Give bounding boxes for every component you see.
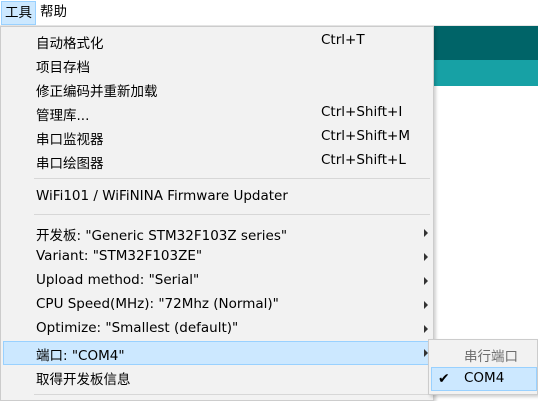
submenu-arrow-icon — [424, 277, 428, 285]
menu-item-cpu-speed[interactable]: CPU Speed(MHz): "72Mhz (Normal)" — [3, 293, 432, 317]
submenu-header-label: 串行端口 — [464, 349, 518, 365]
submenu-arrow-icon — [424, 325, 428, 333]
menu-item-label: 端口: "COM4" — [36, 348, 125, 364]
menu-item-label: 自动格式化 — [36, 36, 104, 52]
menu-item-label: 串口监视器 — [36, 132, 104, 148]
menu-item-label: 修正编码并重新加载 — [36, 84, 158, 100]
submenu-arrow-icon — [424, 253, 428, 261]
menu-item-label: 取得开发板信息 — [36, 372, 131, 388]
menu-item-auto-format[interactable]: 自动格式化 Ctrl+T — [3, 29, 432, 53]
tools-dropdown-menu: 自动格式化 Ctrl+T 项目存档 修正编码并重新加载 管理库... Ctrl+… — [0, 26, 434, 401]
menu-tools[interactable]: 工具 — [1, 0, 36, 25]
menu-item-label: 串口绘图器 — [36, 156, 104, 172]
menu-item-upload-method[interactable]: Upload method: "Serial" — [3, 269, 432, 293]
editor-tab-bar-background — [434, 60, 538, 86]
menu-separator — [34, 178, 430, 179]
port-option-label: COM4 — [464, 370, 505, 386]
menu-item-port[interactable]: 端口: "COM4" — [3, 341, 432, 365]
menu-item-shortcut: Ctrl+Shift+I — [321, 104, 403, 120]
editor-toolbar-background — [434, 26, 538, 60]
submenu-arrow-icon — [424, 229, 428, 237]
menu-item-serial-monitor[interactable]: 串口监视器 Ctrl+Shift+M — [3, 125, 432, 149]
menu-item-label: Optimize: "Smallest (default)" — [36, 320, 239, 336]
menu-item-fix-encoding-reload[interactable]: 修正编码并重新加载 — [3, 77, 432, 101]
menu-item-label: WiFi101 / WiFiNINA Firmware Updater — [36, 188, 288, 204]
menu-item-label: Upload method: "Serial" — [36, 272, 200, 288]
menu-item-shortcut: Ctrl+T — [321, 32, 365, 48]
menu-item-manage-libraries[interactable]: 管理库... Ctrl+Shift+I — [3, 101, 432, 125]
menu-item-label: Variant: "STM32F103ZE" — [36, 248, 203, 264]
menu-item-label: CPU Speed(MHz): "72Mhz (Normal)" — [36, 296, 279, 312]
menu-item-optimize[interactable]: Optimize: "Smallest (default)" — [3, 317, 432, 341]
menu-item-firmware-updater[interactable]: WiFi101 / WiFiNINA Firmware Updater — [3, 185, 432, 209]
submenu-header-serial-ports: 串行端口 — [431, 342, 537, 366]
menu-item-shortcut: Ctrl+Shift+L — [321, 152, 406, 168]
submenu-arrow-icon — [424, 301, 428, 309]
menu-separator — [34, 214, 430, 215]
menu-bar: 工具 帮助 — [0, 0, 538, 26]
port-submenu: 串行端口 ✔ COM4 — [428, 339, 538, 395]
menu-item-board[interactable]: 开发板: "Generic STM32F103Z series" — [3, 221, 432, 245]
checkmark-icon: ✔ — [438, 371, 450, 387]
menu-item-label: 开发板: "Generic STM32F103Z series" — [36, 228, 288, 244]
ide-window: 工具 帮助 自动格式化 Ctrl+T 项目存档 修正编码并重新加载 管理库...… — [0, 0, 538, 401]
menu-item-label: 管理库... — [36, 108, 90, 124]
menu-item-variant[interactable]: Variant: "STM32F103ZE" — [3, 245, 432, 269]
menu-item-shortcut: Ctrl+Shift+M — [321, 128, 410, 144]
menu-help[interactable]: 帮助 — [37, 1, 70, 25]
menu-item-serial-plotter[interactable]: 串口绘图器 Ctrl+Shift+L — [3, 149, 432, 173]
menu-separator — [34, 394, 430, 395]
menu-item-label: 项目存档 — [36, 60, 90, 76]
menu-item-archive-sketch[interactable]: 项目存档 — [3, 53, 432, 77]
port-option-com4[interactable]: ✔ COM4 — [431, 367, 537, 391]
menu-item-board-info[interactable]: 取得开发板信息 — [3, 365, 432, 389]
